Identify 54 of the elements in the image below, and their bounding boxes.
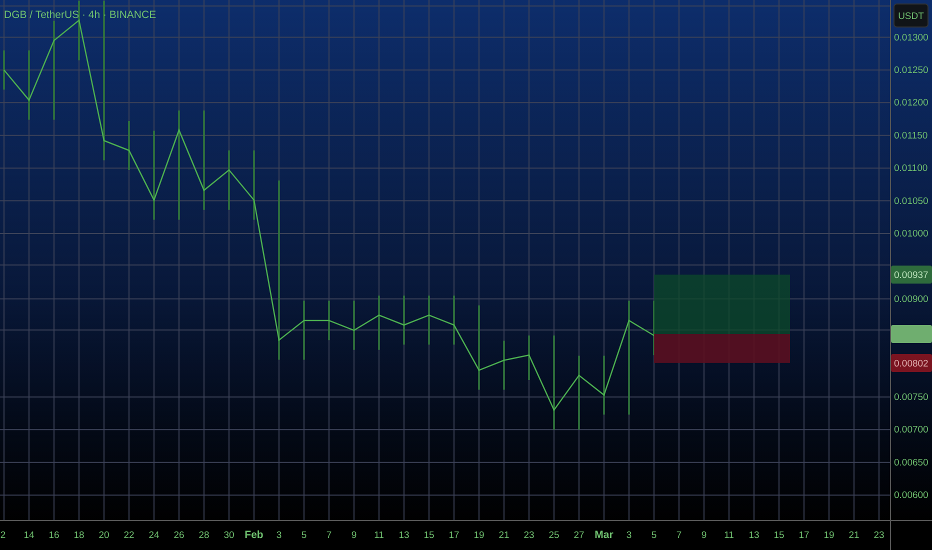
date-tick: 23 xyxy=(524,530,534,541)
date-tick: Feb xyxy=(244,529,264,541)
date-tick: 11 xyxy=(724,530,734,541)
date-tick: 21 xyxy=(848,530,860,541)
date-tick: 16 xyxy=(48,530,60,541)
date-tick: 13 xyxy=(748,530,760,541)
price-tick: 0.01150 xyxy=(894,130,928,142)
date-tick: 13 xyxy=(398,530,410,541)
price-tick: 0.00900 xyxy=(894,294,928,305)
date-tick: Mar xyxy=(594,529,614,541)
date-tick: 23 xyxy=(874,530,884,541)
price-tick: 0.01250 xyxy=(894,64,928,76)
price-tick: 0.01050 xyxy=(894,196,928,207)
price-tick: 0.01300 xyxy=(894,32,928,44)
date-tick: 14 xyxy=(24,530,34,541)
date-tick: 7 xyxy=(326,530,332,541)
date-tick: 9 xyxy=(351,530,357,541)
date-tick: 15 xyxy=(424,530,434,541)
date-tick: 17 xyxy=(798,530,810,541)
price-marker: 0.00802 xyxy=(891,354,932,372)
date-tick: 7 xyxy=(676,530,682,541)
profit-zone[interactable] xyxy=(654,274,790,334)
date-tick: 3 xyxy=(626,530,632,541)
date-tick: 24 xyxy=(148,530,160,541)
price-marker: 0.00937 xyxy=(891,266,932,284)
date-tick: 3 xyxy=(276,530,282,541)
price-tick: 0.01200 xyxy=(894,98,928,109)
date-tick: 26 xyxy=(174,530,184,541)
date-tick: 20 xyxy=(98,530,110,541)
date-tick: 25 xyxy=(548,530,560,541)
date-tick: 15 xyxy=(774,530,784,541)
date-tick: 28 xyxy=(198,530,210,541)
price-tick: 0.01000 xyxy=(894,228,928,240)
price-tick: 0.00650 xyxy=(894,457,928,468)
date-tick: 27 xyxy=(574,530,584,541)
date-tick: 11 xyxy=(374,530,384,541)
date-tick: 30 xyxy=(224,530,234,541)
date-tick: 5 xyxy=(651,530,657,541)
loss-zone[interactable] xyxy=(654,334,790,363)
date-tick: 18 xyxy=(74,530,84,541)
date-tick: 21 xyxy=(498,530,510,541)
date-tick: 5 xyxy=(301,530,307,541)
date-tick: 2 xyxy=(0,530,6,541)
date-tick: 22 xyxy=(124,530,134,541)
price-tick: 0.01100 xyxy=(894,163,928,174)
date-tick: 19 xyxy=(474,530,484,541)
currency-label[interactable]: USDT xyxy=(894,4,928,28)
price-tick: 0.00700 xyxy=(894,424,928,436)
date-tick: 9 xyxy=(701,530,707,541)
date-tick: 17 xyxy=(448,530,460,541)
price-tick: 0.00600 xyxy=(894,490,928,502)
price-tick: 0.00750 xyxy=(894,392,928,403)
date-tick: 19 xyxy=(824,530,834,541)
chart-title: DGB / TetherUS · 4h · BINANCE xyxy=(4,9,156,21)
